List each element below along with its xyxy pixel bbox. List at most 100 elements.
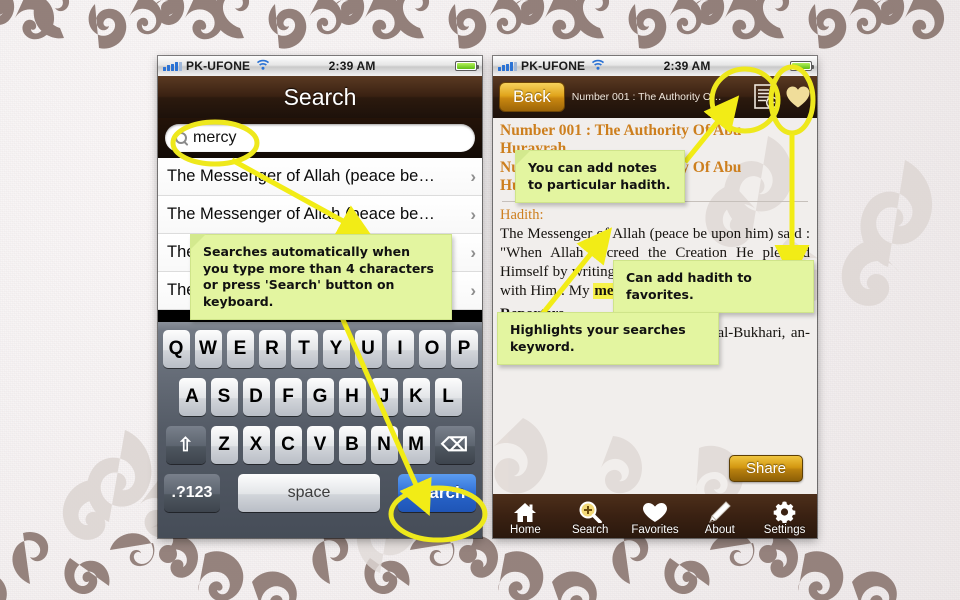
add-note-icon[interactable] <box>754 84 779 110</box>
key-d[interactable]: D <box>242 378 270 416</box>
backspace-key[interactable]: ⌫ <box>434 426 475 464</box>
chevron-right-icon: › <box>470 166 476 186</box>
damask-ornament-top <box>0 0 945 49</box>
list-item[interactable]: The Messenger of Allah (peace be… › <box>158 234 482 272</box>
key-c[interactable]: C <box>274 426 302 464</box>
heart-icon <box>642 501 668 523</box>
right-navigation-bar: Back Number 001 : The Authority O… <box>493 76 817 118</box>
key-o[interactable]: O <box>418 330 446 368</box>
chevron-right-icon: › <box>470 204 476 224</box>
list-item-label: The Messenger of Allah (peace be… <box>167 167 435 185</box>
page-title: Search <box>283 83 357 110</box>
shift-key[interactable]: ⇧ <box>165 426 206 464</box>
list-item-label: The Messenger of Allah (peace be… <box>167 243 435 261</box>
reporters-label: Reporters <box>500 306 565 323</box>
heart-icon[interactable] <box>785 85 811 109</box>
chevron-right-icon: › <box>470 280 476 300</box>
tab-label: Home <box>510 524 541 536</box>
clock-label: 2:39 AM <box>328 59 376 73</box>
hadith-section-label: Hadith: <box>500 207 544 224</box>
divider <box>502 201 808 203</box>
key-e[interactable]: E <box>226 330 254 368</box>
keyboard-search-button[interactable]: Search <box>398 474 476 512</box>
search-input[interactable]: mercy <box>165 124 475 152</box>
signal-bars-icon <box>163 61 182 71</box>
tab-settings[interactable]: Settings <box>754 501 816 536</box>
key-y[interactable]: Y <box>322 330 350 368</box>
reporters-text: It was related by Muslim (also by al-Buk… <box>500 325 810 361</box>
bottom-tab-bar: Home Search Favorites About Settings <box>493 494 817 538</box>
hadith-text: The Messenger of Allah (peace be upon hi… <box>500 225 810 301</box>
search-results-list: The Messenger of Allah (peace be… › The … <box>158 158 482 310</box>
list-item[interactable]: The Messenger of Allah (peace be… › <box>158 196 482 234</box>
key-a[interactable]: A <box>178 378 206 416</box>
key-q[interactable]: Q <box>162 330 190 368</box>
reporters-punct: . <box>564 306 568 323</box>
tab-search[interactable]: Search <box>559 501 621 536</box>
share-button[interactable]: Share <box>728 455 803 482</box>
keyboard-row-3: ⇧ Z X C V B N M ⌫ <box>160 426 480 464</box>
key-n[interactable]: N <box>370 426 398 464</box>
key-u[interactable]: U <box>354 330 382 368</box>
key-g[interactable]: G <box>306 378 334 416</box>
carrier-label: PK-UFONE <box>521 59 586 73</box>
key-t[interactable]: T <box>290 330 318 368</box>
onscreen-keyboard[interactable]: Q W E R T Y U I O P A S D F G H J K L ⇧ … <box>158 322 482 538</box>
search-input-value: mercy <box>193 129 237 146</box>
tab-label: Search <box>571 524 609 536</box>
list-item[interactable]: The Messenger of Allah (peace be… › <box>158 158 482 196</box>
reporters-heading: Reporters. <box>500 305 810 324</box>
key-f[interactable]: F <box>274 378 302 416</box>
magnifier-plus-icon <box>578 501 602 523</box>
tab-label: Favorites <box>631 524 679 536</box>
key-p[interactable]: P <box>450 330 478 368</box>
tab-about[interactable]: About <box>689 501 751 536</box>
tab-favorites[interactable]: Favorites <box>624 501 686 536</box>
key-z[interactable]: Z <box>210 426 238 464</box>
key-k[interactable]: K <box>402 378 430 416</box>
battery-full-icon <box>455 61 479 71</box>
key-m[interactable]: M <box>402 426 430 464</box>
key-l[interactable]: L <box>434 378 462 416</box>
key-j[interactable]: J <box>370 378 398 416</box>
keyboard-row-1: Q W E R T Y U I O P <box>160 330 480 368</box>
damask-watermark-right <box>841 160 933 306</box>
tab-home[interactable]: Home <box>494 501 556 536</box>
list-item-label: The Messenger of Allah (peace be… <box>167 281 435 299</box>
tab-label: Settings <box>763 524 806 536</box>
home-icon <box>513 501 537 523</box>
clock-label: 2:39 AM <box>663 59 711 73</box>
space-key[interactable]: space <box>238 474 380 512</box>
key-b[interactable]: B <box>338 426 366 464</box>
hadith-heading-line-4: Hurayrah <box>500 176 567 194</box>
battery-full-icon <box>790 61 814 71</box>
search-keyword-highlight: mercy <box>593 283 636 300</box>
key-w[interactable]: W <box>194 330 222 368</box>
back-button[interactable]: Back <box>499 82 565 112</box>
hadith-heading-line-3: Number 001 : The Authority Of Abu <box>500 158 742 176</box>
left-navigation-bar: Search <box>158 76 482 118</box>
keyboard-row-2: A S D F G H J K L <box>160 378 480 416</box>
list-item-label: The Messenger of Allah (peace be… <box>167 205 435 223</box>
numbers-key[interactable]: .?123 <box>164 474 220 512</box>
search-bar[interactable]: mercy <box>158 118 482 158</box>
right-phone-screenshot: PK-UFONE 2:39 AM Back Number 001 : The A… <box>493 56 817 538</box>
key-v[interactable]: V <box>306 426 334 464</box>
wifi-icon <box>591 59 605 73</box>
key-i[interactable]: I <box>386 330 414 368</box>
key-h[interactable]: H <box>338 378 366 416</box>
key-s[interactable]: S <box>210 378 238 416</box>
carrier-label: PK-UFONE <box>186 59 251 73</box>
gear-icon <box>773 501 796 523</box>
keyboard-row-4: .?123 space Search <box>160 474 480 512</box>
key-x[interactable]: X <box>242 426 270 464</box>
left-phone-screenshot: PK-UFONE 2:39 AM Search mercy The Messen… <box>158 56 482 538</box>
list-item[interactable]: The Messenger of Allah (peace be… › <box>158 272 482 310</box>
chevron-right-icon: › <box>470 242 476 262</box>
key-r[interactable]: R <box>258 330 286 368</box>
hadith-heading-line-1: Number 001 : The Authority Of Abu <box>500 122 742 139</box>
status-bar-left: PK-UFONE 2:39 AM <box>158 56 482 76</box>
hadith-text-part-2: prevails over my wrath." <box>635 283 788 300</box>
tab-label: About <box>704 524 735 536</box>
hadith-detail-body: Number 001 : The Authority Of Abu Hurayr… <box>493 118 817 494</box>
